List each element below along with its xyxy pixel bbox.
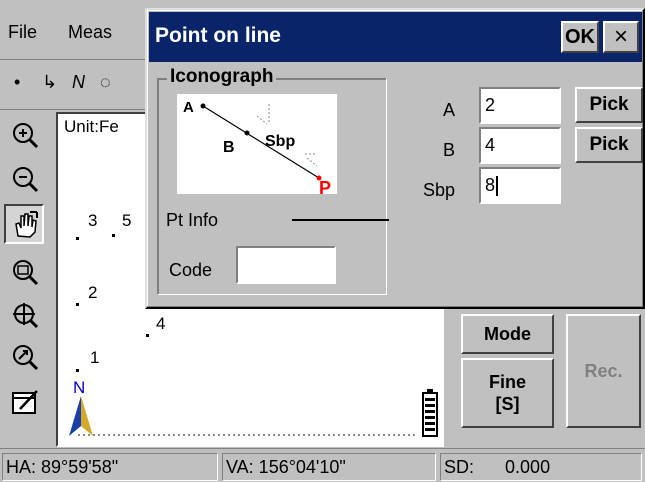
text-caret — [496, 176, 499, 197]
code-input[interactable] — [236, 246, 336, 284]
iconograph-label-b: B — [223, 139, 235, 156]
mode-button[interactable]: Mode — [461, 314, 554, 354]
point-label-5: 5 — [122, 211, 132, 230]
point-label-1: 1 — [90, 348, 100, 367]
point-marker-5[interactable] — [112, 234, 115, 237]
ha-readout: HA: 89°59'58" — [2, 453, 218, 481]
zoom-window-icon[interactable] — [10, 257, 40, 287]
baseline-dotted — [78, 434, 418, 436]
tool-point[interactable]: • — [14, 72, 20, 93]
field-a-input[interactable]: 2 — [479, 87, 561, 124]
pick-a-button[interactable]: Pick — [575, 87, 643, 123]
point-label-3: 3 — [88, 211, 98, 230]
field-b-label: B — [442, 140, 455, 160]
dialog-title-bar: Point on line OK × — [149, 12, 642, 62]
rec-button[interactable]: Rec. — [566, 314, 641, 428]
zoom-extent-icon[interactable] — [10, 342, 40, 372]
point-label-4: 4 — [156, 314, 166, 333]
va-readout: VA: 156°04'10" — [222, 453, 436, 481]
draw-settings-icon[interactable] — [10, 387, 40, 417]
zoom-in-icon[interactable] — [10, 120, 40, 150]
zoom-center-icon[interactable] — [10, 300, 40, 330]
battery-icon — [422, 389, 438, 437]
point-marker-1[interactable] — [76, 369, 79, 372]
north-label: N — [73, 378, 86, 397]
point-on-line-dialog: Point on line OK × Iconograph A B Sbp P … — [145, 8, 645, 309]
tool-arc[interactable]: ◌ — [100, 72, 111, 93]
fine-button-sub: [S] — [495, 394, 520, 414]
dialog-title: Point on line — [155, 24, 281, 47]
pan-tool-pressed[interactable] — [4, 204, 44, 244]
code-label: Code — [169, 260, 213, 280]
north-arrow-icon — [69, 396, 93, 436]
side-toolbar — [0, 112, 56, 437]
iconograph-label-p: P — [319, 178, 331, 194]
field-sbp-input[interactable]: 8 — [479, 167, 561, 204]
pt-info-caption: Pt Info — [163, 210, 222, 231]
iconograph-diagram: A B Sbp P — [177, 94, 337, 194]
tool-curve[interactable]: N — [72, 72, 85, 93]
field-b-input[interactable]: 4 — [479, 127, 561, 164]
field-a-label: A — [442, 100, 455, 120]
iconograph-label-sbp: Sbp — [265, 133, 295, 150]
point-label-2: 2 — [88, 283, 98, 302]
sd-readout: SD: 0.000 — [440, 453, 642, 481]
pick-b-button[interactable]: Pick — [575, 127, 643, 163]
zoom-out-icon[interactable] — [10, 164, 40, 194]
iconograph-label-a: A — [183, 99, 194, 116]
iconograph-caption: Iconograph — [167, 66, 277, 88]
field-sbp-value: 8 — [485, 175, 496, 195]
point-marker-3[interactable] — [76, 237, 79, 240]
fine-button-label: Fine — [488, 372, 526, 392]
pan-hand-icon — [15, 211, 38, 238]
unit-label: Unit:Fe — [64, 117, 119, 136]
menu-meas[interactable]: Meas — [68, 22, 112, 43]
point-marker-4[interactable] — [146, 334, 149, 337]
close-button[interactable]: × — [603, 21, 639, 53]
menu-file[interactable]: File — [8, 22, 37, 43]
status-bar: HA: 89°59'58" VA: 156°04'10" SD: 0.000 — [0, 448, 645, 482]
sd-label: SD: — [444, 457, 475, 477]
field-sbp-label: Sbp — [422, 180, 455, 200]
fine-button[interactable]: Fine [S] — [461, 358, 554, 428]
close-icon: × — [613, 23, 628, 50]
sd-value: 0.000 — [505, 457, 551, 477]
ok-button[interactable]: OK — [561, 21, 599, 53]
tool-polyline[interactable]: ↳ — [42, 72, 57, 93]
pt-info-divider — [292, 219, 389, 221]
point-marker-2[interactable] — [76, 303, 79, 306]
